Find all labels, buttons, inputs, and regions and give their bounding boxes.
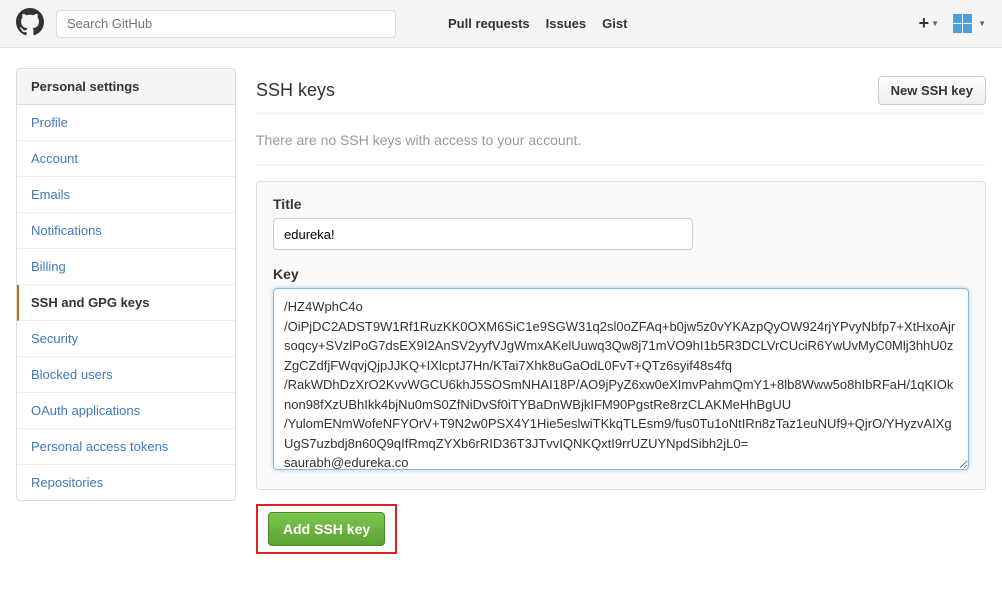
sidebar-title: Personal settings (17, 69, 235, 105)
subhead: SSH keys New SSH key (256, 68, 986, 114)
settings-sidebar: Personal settings Profile Account Emails… (16, 68, 236, 501)
empty-state-message: There are no SSH keys with access to you… (256, 128, 986, 165)
add-button-highlight: Add SSH key (256, 504, 397, 554)
github-logo-icon[interactable] (16, 8, 44, 39)
sidebar-item-tokens[interactable]: Personal access tokens (17, 429, 235, 465)
new-ssh-key-button[interactable]: New SSH key (878, 76, 986, 105)
key-textarea[interactable] (273, 288, 969, 470)
search-input[interactable] (56, 10, 396, 38)
header-actions: +▼ ▼ (919, 13, 986, 34)
sidebar-item-oauth[interactable]: OAuth applications (17, 393, 235, 429)
sidebar-item-profile[interactable]: Profile (17, 105, 235, 141)
nav-issues[interactable]: Issues (546, 16, 586, 31)
sidebar-item-blocked-users[interactable]: Blocked users (17, 357, 235, 393)
top-header: Pull requests Issues Gist +▼ ▼ (0, 0, 1002, 48)
sidebar-item-billing[interactable]: Billing (17, 249, 235, 285)
main-content: SSH keys New SSH key There are no SSH ke… (256, 68, 986, 554)
sidebar-item-security[interactable]: Security (17, 321, 235, 357)
sidebar-item-emails[interactable]: Emails (17, 177, 235, 213)
page-container: Personal settings Profile Account Emails… (0, 48, 1002, 594)
avatar[interactable]: ▼ (953, 14, 986, 34)
page-title: SSH keys (256, 80, 335, 101)
add-ssh-key-button[interactable]: Add SSH key (268, 512, 385, 546)
sidebar-item-repositories[interactable]: Repositories (17, 465, 235, 500)
search-box (56, 10, 396, 38)
key-label: Key (273, 266, 969, 282)
sidebar-item-account[interactable]: Account (17, 141, 235, 177)
nav-gist[interactable]: Gist (602, 16, 627, 31)
sidebar-item-ssh-gpg[interactable]: SSH and GPG keys (17, 285, 235, 321)
title-label: Title (273, 196, 969, 212)
sidebar-item-notifications[interactable]: Notifications (17, 213, 235, 249)
title-input[interactable] (273, 218, 693, 250)
ssh-key-form: Title Key (256, 181, 986, 490)
nav-pull-requests[interactable]: Pull requests (448, 16, 530, 31)
nav-links: Pull requests Issues Gist (448, 16, 627, 31)
create-new-icon[interactable]: +▼ (919, 13, 939, 34)
